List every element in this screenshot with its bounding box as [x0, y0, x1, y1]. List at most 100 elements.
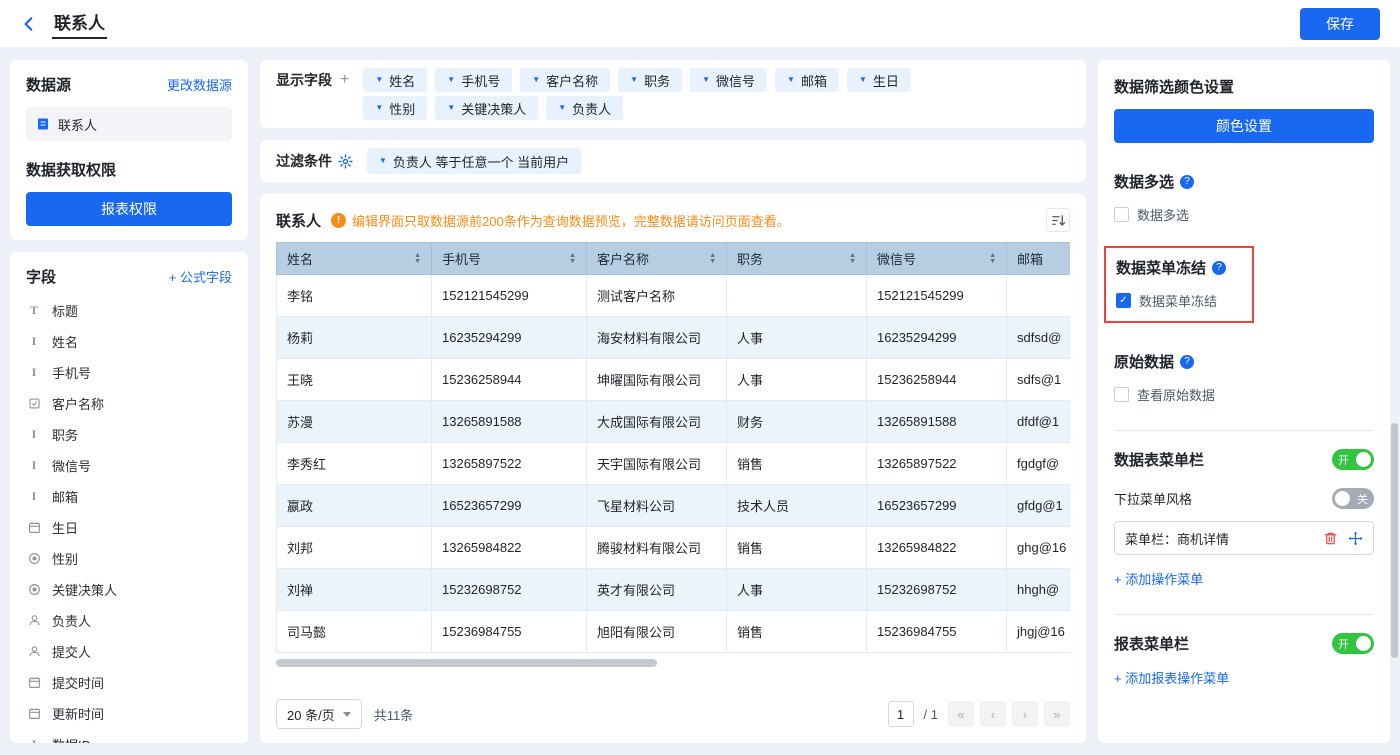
chip-label: 职务	[644, 71, 670, 90]
menu-freeze-checkbox[interactable]: ✓	[1116, 293, 1131, 308]
field-item-update-time[interactable]: 更新时间	[26, 698, 232, 729]
table-cell: hhgh@	[1007, 569, 1071, 611]
column-header-customer[interactable]: 客户名称▲▼	[587, 243, 727, 275]
multi-select-checkbox-row[interactable]: 数据多选	[1114, 205, 1374, 224]
filter-condition-label: 负责人 等于任意一个 当前用户	[393, 152, 569, 171]
sort-arrows-icon[interactable]: ▲▼	[849, 253, 856, 265]
display-chip-birthday[interactable]: ▼ 生日	[847, 68, 911, 92]
table-cell: 销售	[727, 611, 867, 653]
page-total: / 1	[924, 707, 938, 722]
field-item-gender[interactable]: 性别	[26, 543, 232, 574]
field-item-keyperson[interactable]: 关键决策人	[26, 574, 232, 605]
question-icon[interactable]: ?	[1180, 175, 1194, 189]
question-icon[interactable]: ?	[1180, 355, 1194, 369]
back-icon[interactable]	[20, 15, 38, 33]
page-size-select[interactable]: 20 条/页	[276, 699, 362, 729]
display-chip-wechat[interactable]: ▼微信号	[690, 68, 767, 92]
prev-page-button[interactable]: ‹	[980, 701, 1006, 727]
filter-card: 过滤条件 ▼ 负责人 等于任意一个 当前用户	[260, 140, 1086, 182]
field-item-customer[interactable]: 客户名称	[26, 388, 232, 419]
display-chip-customer[interactable]: ▼客户名称	[520, 68, 610, 92]
filter-condition-chip[interactable]: ▼ 负责人 等于任意一个 当前用户	[367, 148, 581, 174]
last-page-button[interactable]: »	[1044, 701, 1070, 727]
color-settings-button[interactable]: 颜色设置	[1114, 109, 1374, 143]
raw-data-section: 原始数据 ?	[1114, 351, 1374, 372]
sort-order-icon[interactable]	[1046, 208, 1070, 232]
table-cell: 15236258944	[432, 359, 587, 401]
field-item-submitter[interactable]: 提交人	[26, 636, 232, 667]
gear-icon[interactable]	[338, 154, 353, 169]
datasource-item[interactable]: 联系人	[26, 107, 232, 141]
chevron-down-icon	[343, 712, 351, 717]
column-header-phone[interactable]: 手机号▲▼	[432, 243, 587, 275]
add-formula-field-link[interactable]: + 公式字段	[169, 267, 232, 286]
filter-label: 过滤条件	[276, 151, 332, 171]
fields-card: 字段 + 公式字段 T标题 I姓名 I手机号 客户名称 I职务 I微信号 I邮箱…	[10, 252, 248, 743]
vertical-scrollbar-thumb[interactable]	[1391, 423, 1398, 658]
field-item-name[interactable]: I姓名	[26, 326, 232, 357]
field-item-data-id[interactable]: I数据ID	[26, 729, 232, 743]
table-cell: sdfs@1	[1007, 359, 1071, 401]
sort-arrows-icon[interactable]: ▲▼	[414, 253, 421, 265]
menu-freeze-title: 数据菜单冻结	[1116, 257, 1206, 278]
sort-arrows-icon[interactable]: ▲▼	[989, 253, 996, 265]
table-cell: 旭阳有限公司	[587, 611, 727, 653]
field-item-phone[interactable]: I手机号	[26, 357, 232, 388]
column-header-email[interactable]: 邮箱▲▼	[1007, 243, 1071, 275]
add-report-action-menu-link[interactable]: + 添加报表操作菜单	[1114, 668, 1229, 687]
move-icon[interactable]	[1348, 531, 1363, 546]
color-settings-title: 数据筛选颜色设置	[1114, 76, 1374, 97]
chip-label: 生日	[873, 71, 899, 90]
save-button[interactable]: 保存	[1300, 8, 1380, 40]
display-chip-owner[interactable]: ▼负责人	[546, 96, 623, 120]
horizontal-scrollbar-thumb[interactable]	[276, 659, 657, 667]
dropdown-style-toggle[interactable]: 关	[1332, 488, 1374, 509]
raw-data-title: 原始数据	[1114, 351, 1174, 372]
table-menu-toggle[interactable]: 开	[1332, 449, 1374, 470]
raw-data-checkbox[interactable]	[1114, 387, 1129, 402]
chip-label: 邮箱	[801, 71, 827, 90]
display-chip-name[interactable]: ▼姓名	[363, 68, 427, 92]
preview-notice: ! 编辑界面只取数据源前200条作为查询数据预览，完整数据请访问页面查看。	[331, 211, 790, 230]
document-icon	[36, 117, 50, 131]
add-action-menu-link[interactable]: + 添加操作菜单	[1114, 569, 1203, 588]
display-chip-job[interactable]: ▼职务	[618, 68, 682, 92]
table-row: 杨莉16235294299海安材料有限公司人事16235294299sdfsd@	[277, 317, 1071, 359]
trash-icon[interactable]	[1323, 531, 1338, 546]
column-header-wechat[interactable]: 微信号▲▼	[867, 243, 1007, 275]
field-item-job[interactable]: I职务	[26, 419, 232, 450]
field-item-title[interactable]: T标题	[26, 295, 232, 326]
menu-bar-item-label: 菜单栏：商机详情	[1125, 529, 1313, 548]
sort-arrows-icon[interactable]: ▲▼	[569, 253, 576, 265]
chevron-down-icon: ▼	[787, 76, 795, 84]
field-item-submit-time[interactable]: 提交时间	[26, 667, 232, 698]
field-item-owner[interactable]: 负责人	[26, 605, 232, 636]
toggle-knob	[1356, 636, 1371, 651]
display-chip-keyperson[interactable]: ▼关键决策人	[435, 96, 538, 120]
report-menu-toggle[interactable]: 开	[1332, 633, 1374, 654]
field-item-birthday[interactable]: 生日	[26, 512, 232, 543]
field-item-wechat[interactable]: I微信号	[26, 450, 232, 481]
page-title[interactable]: 联系人	[52, 9, 107, 39]
raw-data-checkbox-row[interactable]: 查看原始数据	[1114, 385, 1374, 404]
first-page-button[interactable]: «	[948, 701, 974, 727]
display-chip-gender[interactable]: ▼性别	[363, 96, 427, 120]
column-header-job[interactable]: 职务▲▼	[727, 243, 867, 275]
display-chip-phone[interactable]: ▼手机号	[435, 68, 512, 92]
sort-arrows-icon[interactable]: ▲▼	[709, 253, 716, 265]
current-page[interactable]: 1	[888, 701, 914, 727]
column-header-name[interactable]: 姓名▲▼	[277, 243, 432, 275]
field-label: 职务	[52, 425, 78, 444]
menu-freeze-checkbox-row[interactable]: ✓ 数据菜单冻结	[1116, 291, 1226, 310]
add-display-field-icon[interactable]: +	[340, 71, 349, 89]
field-item-email[interactable]: I邮箱	[26, 481, 232, 512]
display-chip-email[interactable]: ▼ 邮箱	[775, 68, 839, 92]
next-page-button[interactable]: ›	[1012, 701, 1038, 727]
chevron-down-icon: ▼	[859, 76, 867, 84]
multi-select-checkbox[interactable]	[1114, 207, 1129, 222]
field-label: 生日	[52, 518, 78, 537]
table-cell: fgdgf@	[1007, 443, 1071, 485]
question-icon[interactable]: ?	[1212, 261, 1226, 275]
change-datasource-link[interactable]: 更改数据源	[167, 75, 232, 94]
report-permission-button[interactable]: 报表权限	[26, 192, 232, 226]
